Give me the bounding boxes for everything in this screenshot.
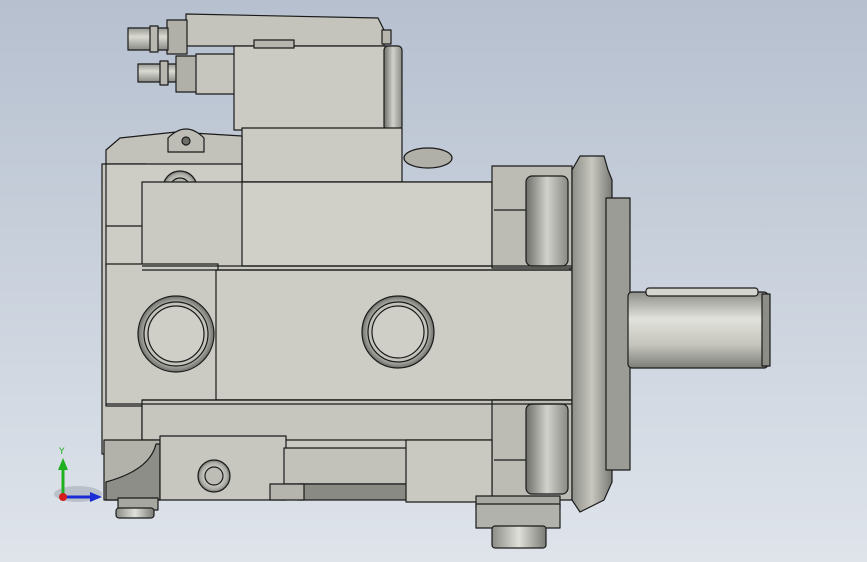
control-block-plug [253,39,295,49]
bottom-fitting-right [491,525,547,549]
base-block-right [405,439,493,503]
shaft-key [645,287,759,297]
flange-face [605,197,631,471]
base-drain-plug-inner [204,466,224,486]
valve-pipe-lower-body [195,53,237,95]
rear-fitting [403,147,453,169]
pressure-port-inner [371,305,425,359]
bottom-fitting-right-nut [475,503,561,529]
shaft-end [761,293,771,367]
valve-pipe-upper [127,27,169,51]
base-tab [269,483,305,501]
valve-cap-nut [166,19,188,55]
triad-z-axis [59,493,67,501]
suction-port-inner [147,305,205,363]
cad-graphics-viewport[interactable]: Y [0,0,867,562]
bottom-fitting-left [115,507,155,519]
housing-lower-recess-inner [525,403,569,495]
base-ledge-dark [297,483,409,501]
housing-upper-recess-inner [525,175,569,267]
housing-top-band [241,181,493,267]
control-block-base [241,127,403,183]
base-ledge [283,447,409,485]
valve-pipe-lower-ring [159,60,169,86]
valve-pipe-lower-nut [175,55,199,93]
control-block [233,45,397,131]
control-block-side [383,45,403,131]
valve-cap-tip [381,29,392,45]
valve-pipe-upper-ring [149,25,159,53]
cad-scene[interactable]: Y [0,0,867,562]
valve-pipe-lower [137,63,179,83]
drive-shaft [627,291,769,369]
triad-y-label: Y [58,447,65,457]
lifting-eye-hole [181,136,191,146]
